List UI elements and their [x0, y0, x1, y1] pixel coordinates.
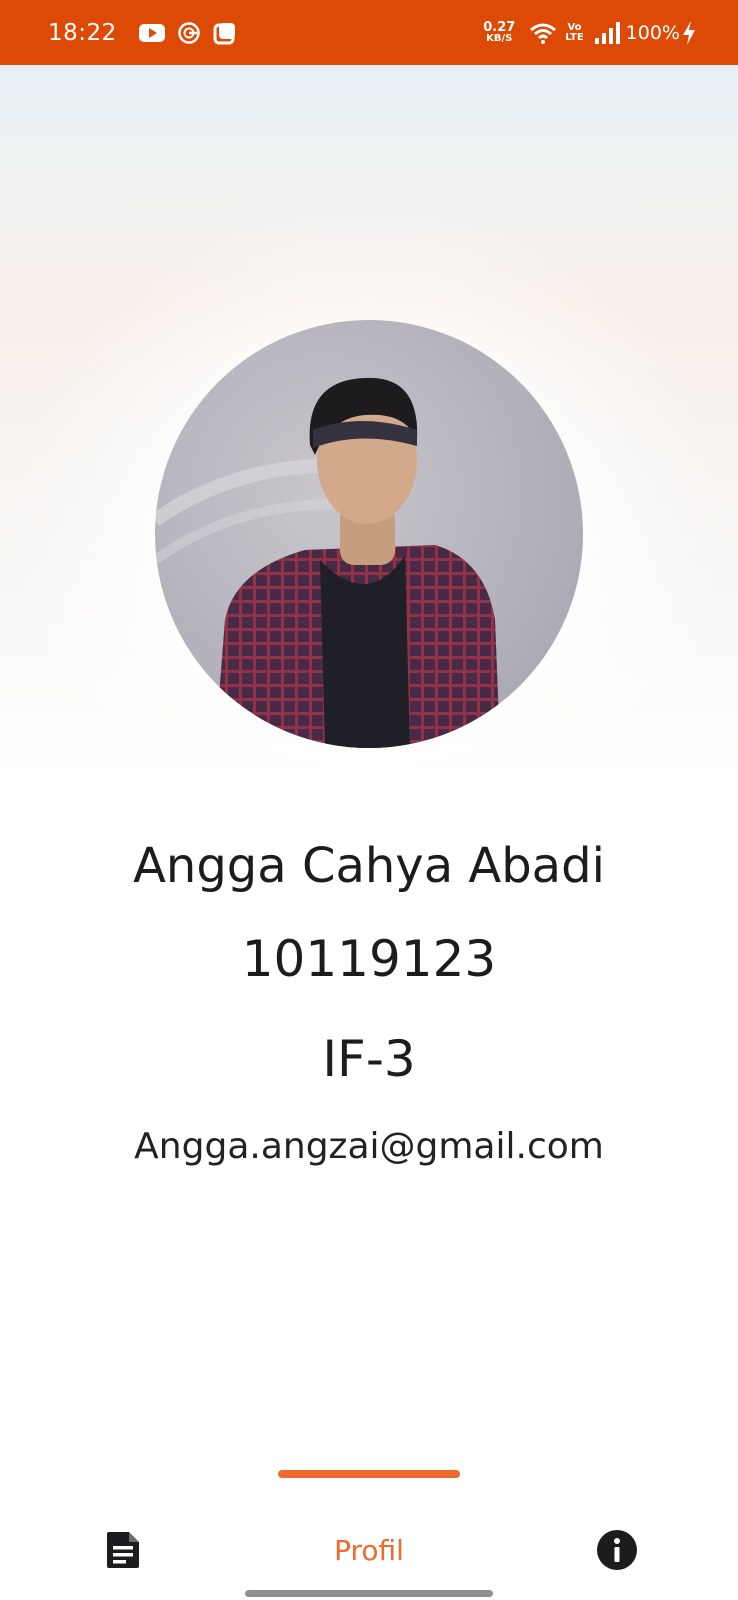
bottom-nav: Profil: [0, 1460, 738, 1600]
nav-item-profil[interactable]: Profil: [300, 1522, 438, 1578]
signal-icon: [594, 21, 620, 44]
profile-class: IF-3: [322, 1030, 416, 1088]
profile-photo: [155, 320, 583, 748]
square-app-icon: [213, 21, 237, 45]
profile-nim: 10119123: [241, 930, 497, 988]
nav-item-info[interactable]: [590, 1522, 644, 1578]
youtube-icon: [138, 23, 165, 43]
volte-bottom: LTE: [565, 31, 584, 43]
wifi-icon: [529, 22, 557, 44]
net-speed: 0.27 KB/S: [483, 21, 515, 44]
charging-icon: [682, 20, 696, 45]
volte-top: Vo: [567, 21, 582, 33]
active-tab-indicator: [278, 1470, 460, 1478]
info-icon: [597, 1530, 637, 1570]
volte-indicator: Vo LTE: [565, 21, 584, 43]
nav-item-document[interactable]: [96, 1522, 150, 1578]
status-right: 0.27 KB/S Vo LTE 100%: [483, 20, 696, 45]
status-time: 18:22: [48, 19, 117, 46]
nav-label-profil: Profil: [334, 1533, 404, 1567]
profile-name: Angga Cahya Abadi: [133, 838, 605, 894]
g-app-icon: [177, 21, 201, 45]
status-bar: 18:22 0.27 KB/S Vo LTE 100%: [0, 0, 738, 65]
document-icon: [107, 1532, 139, 1568]
status-left: 18:22: [48, 20, 249, 46]
home-gesture-bar[interactable]: [245, 1590, 493, 1597]
profile-email: Angga.angzai@gmail.com: [134, 1126, 604, 1167]
battery-percent: 100%: [625, 21, 680, 44]
profile-header: [0, 65, 738, 785]
net-speed-unit: KB/S: [486, 33, 513, 44]
profile-photo-illustration: [155, 377, 500, 748]
